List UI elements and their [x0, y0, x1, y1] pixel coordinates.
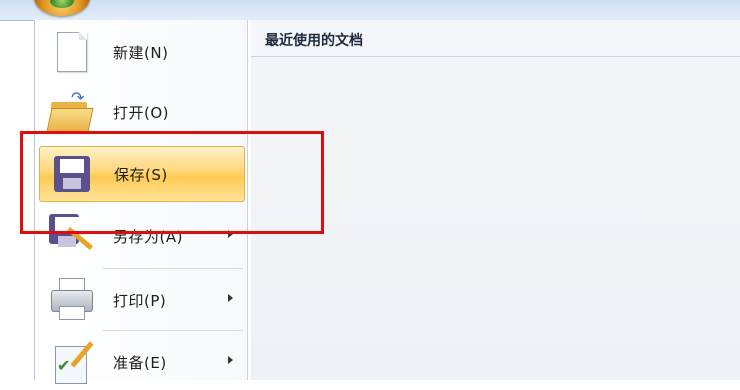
recent-documents-title: 最近使用的文档: [265, 33, 363, 49]
title-bar: [0, 0, 740, 21]
open-folder-icon: ↷: [46, 88, 95, 136]
menu-item-label: 打开(O): [113, 103, 170, 122]
printer-icon: [47, 276, 95, 324]
prepare-icon: ✔: [47, 338, 95, 386]
new-document-icon: [47, 28, 95, 76]
menu-separator: [103, 330, 243, 331]
menu-separator: [103, 268, 243, 269]
submenu-arrow-icon: [228, 294, 233, 302]
menu-item-prepare[interactable]: ✔ 准备(E): [39, 334, 245, 390]
menu-item-label: 新建(N): [113, 43, 169, 62]
menu-item-label: 打印(P): [113, 291, 167, 310]
menu-item-print[interactable]: 打印(P): [39, 272, 245, 328]
recent-title-divider: [251, 56, 740, 57]
recent-documents-panel: 最近使用的文档: [251, 20, 740, 380]
menu-item-new[interactable]: 新建(N): [39, 24, 245, 80]
office-logo-icon: [50, 0, 74, 8]
highlight-annotation-box: [20, 131, 324, 234]
menu-item-label: 准备(E): [113, 353, 167, 372]
submenu-arrow-icon: [228, 356, 233, 364]
